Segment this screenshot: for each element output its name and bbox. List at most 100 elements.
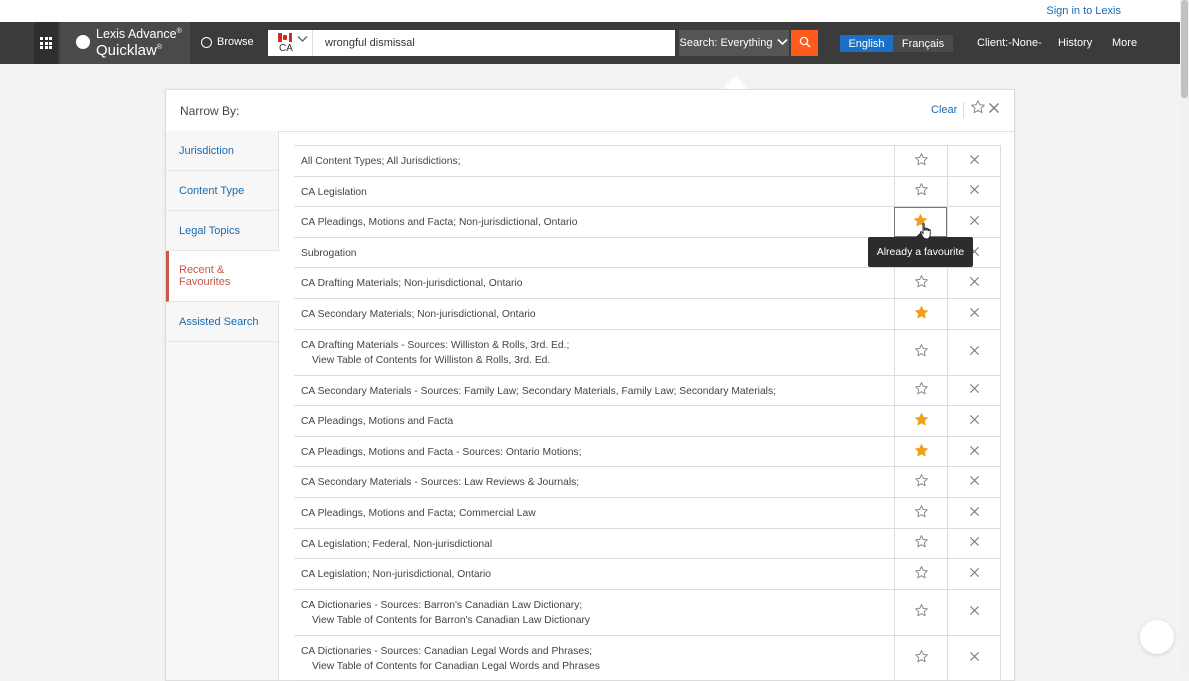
remove-item-button[interactable] [947,436,1001,467]
list-item[interactable]: CA Legislation [294,175,1001,207]
favourite-toggle-button[interactable] [894,467,947,497]
list-item-label: CA Legislation [301,186,367,198]
close-icon [969,345,980,359]
star-outline-icon [914,182,929,200]
search-scope-label: Search: Everything [679,37,773,49]
favourite-toggle-button[interactable] [894,635,947,680]
country-selector[interactable]: CA [268,30,312,56]
table-of-contents-link[interactable]: View Table of Contents for Williston & R… [312,353,888,368]
search-button[interactable] [791,30,818,56]
search-input[interactable] [312,30,675,56]
search-scope-dropdown[interactable]: Search: Everything [679,30,789,56]
remove-item-button[interactable] [947,406,1001,436]
language-english-button[interactable]: English [840,35,893,52]
remove-item-button[interactable] [947,498,1001,528]
favourite-toggle-button[interactable] [894,375,947,406]
star-outline-icon [914,343,929,361]
remove-item-button[interactable] [947,268,1001,298]
favourite-star-icon[interactable] [970,99,986,115]
top-strip: Sign in to Lexis [0,0,1180,22]
star-outline-icon [914,152,929,170]
list-item-label: All Content Types; All Jurisdictions; [301,156,461,167]
list-item[interactable]: CA Legislation; Non-jurisdictional, Onta… [294,558,1001,589]
sidebar-item-content-type[interactable]: Content Type [166,171,278,211]
clear-button[interactable]: Clear [931,104,957,116]
favourite-toggle-button[interactable] [894,436,947,467]
close-icon [969,475,980,489]
panel-pointer [721,76,749,90]
list-item[interactable]: CA Secondary Materials - Sources: Law Re… [294,466,1001,497]
brand-logo-link[interactable]: Lexis Advance® Quicklaw® [60,22,190,64]
browse-button[interactable]: Browse [201,36,254,48]
list-item-label: CA Legislation; Non-jurisdictional, Onta… [301,569,492,581]
list-item[interactable]: CA Secondary Materials; Non-jurisdiction… [294,298,1001,329]
narrow-by-panel: Narrow By: Clear Jurisdiction Content Ty… [165,89,1015,681]
brand-line2: Quicklaw® [96,42,163,59]
favourite-toggle-button[interactable] [894,146,947,176]
favourite-toggle-button[interactable] [894,299,947,329]
list-item-label: CA Dictionaries - Sources: Barron's Cana… [301,599,583,611]
close-icon [969,506,980,520]
close-icon [969,154,980,168]
favourite-toggle-button[interactable] [894,528,947,559]
favourite-toggle-button[interactable] [894,176,947,207]
close-icon [969,414,980,428]
list-item[interactable]: CA Pleadings, Motions and Facta; Non-jur… [294,206,1001,237]
star-outline-icon [914,381,929,399]
list-item[interactable]: All Content Types; All Jurisdictions; [294,145,1001,176]
remove-item-button[interactable] [947,329,1001,375]
scrollbar-thumb[interactable] [1181,0,1188,98]
remove-item-button[interactable] [947,528,1001,559]
list-item[interactable]: CA Dictionaries - Sources: Barron's Cana… [294,588,1001,635]
list-item[interactable]: CA Drafting Materials; Non-jurisdictiona… [294,267,1001,298]
remove-item-button[interactable] [947,467,1001,497]
language-french-button[interactable]: Français [893,35,953,52]
favourite-toggle-button[interactable] [894,559,947,589]
sidebar-item-jurisdiction[interactable]: Jurisdiction [166,131,278,171]
client-menu[interactable]: Client:-None- [977,37,1042,49]
star-outline-icon [914,565,929,583]
table-of-contents-link[interactable]: View Table of Contents for Canadian Lega… [312,659,888,674]
remove-item-button[interactable] [947,207,1001,237]
list-item[interactable]: CA Drafting Materials - Sources: Willist… [294,328,1001,375]
remove-item-button[interactable] [947,375,1001,406]
more-menu[interactable]: More [1112,37,1137,49]
history-link[interactable]: History [1058,37,1092,49]
favourite-toggle-button[interactable] [894,498,947,528]
star-outline-icon [914,274,929,292]
list-item[interactable]: CA Pleadings, Motions and Facta; Commerc… [294,497,1001,528]
star-filled-icon [914,412,929,430]
close-icon [969,307,980,321]
sidebar-item-assisted-search[interactable]: Assisted Search [166,302,278,342]
list-item[interactable]: CA Pleadings, Motions and Facta - Source… [294,435,1001,467]
remove-item-button[interactable] [947,146,1001,176]
list-item[interactable]: CA Pleadings, Motions and Facta [294,405,1001,436]
favourite-toggle-button[interactable] [894,589,947,635]
favourite-toggle-button[interactable] [894,406,947,436]
close-icon [969,605,980,619]
navbar: Lexis Advance® Quicklaw® Browse CA Searc… [0,22,1180,64]
remove-item-button[interactable] [947,635,1001,680]
narrow-by-sidebar: Jurisdiction Content Type Legal Topics R… [166,131,279,680]
remove-item-button[interactable] [947,589,1001,635]
country-code: CA [279,43,293,54]
table-of-contents-link[interactable]: View Table of Contents for Barron's Cana… [312,613,888,628]
close-panel-icon[interactable] [988,102,1000,116]
chevron-down-icon [297,35,308,46]
apps-menu-button[interactable] [34,22,58,64]
favourite-toggle-button[interactable] [894,268,947,298]
star-outline-icon [914,534,929,552]
remove-item-button[interactable] [947,299,1001,329]
list-item[interactable]: CA Dictionaries - Sources: Canadian Lega… [294,634,1001,681]
sidebar-item-legal-topics[interactable]: Legal Topics [166,211,278,251]
sign-in-link[interactable]: Sign in to Lexis [1046,5,1121,17]
floating-assistant-button[interactable] [1140,620,1174,654]
close-icon [969,383,980,397]
remove-item-button[interactable] [947,176,1001,207]
list-item[interactable]: CA Legislation; Federal, Non-jurisdictio… [294,527,1001,559]
favourite-toggle-button[interactable] [894,329,947,375]
remove-item-button[interactable] [947,559,1001,589]
sidebar-item-recent-favourites[interactable]: Recent & Favourites [166,251,279,302]
list-item[interactable]: CA Secondary Materials - Sources: Family… [294,374,1001,406]
page-scrollbar[interactable] [1180,0,1189,671]
